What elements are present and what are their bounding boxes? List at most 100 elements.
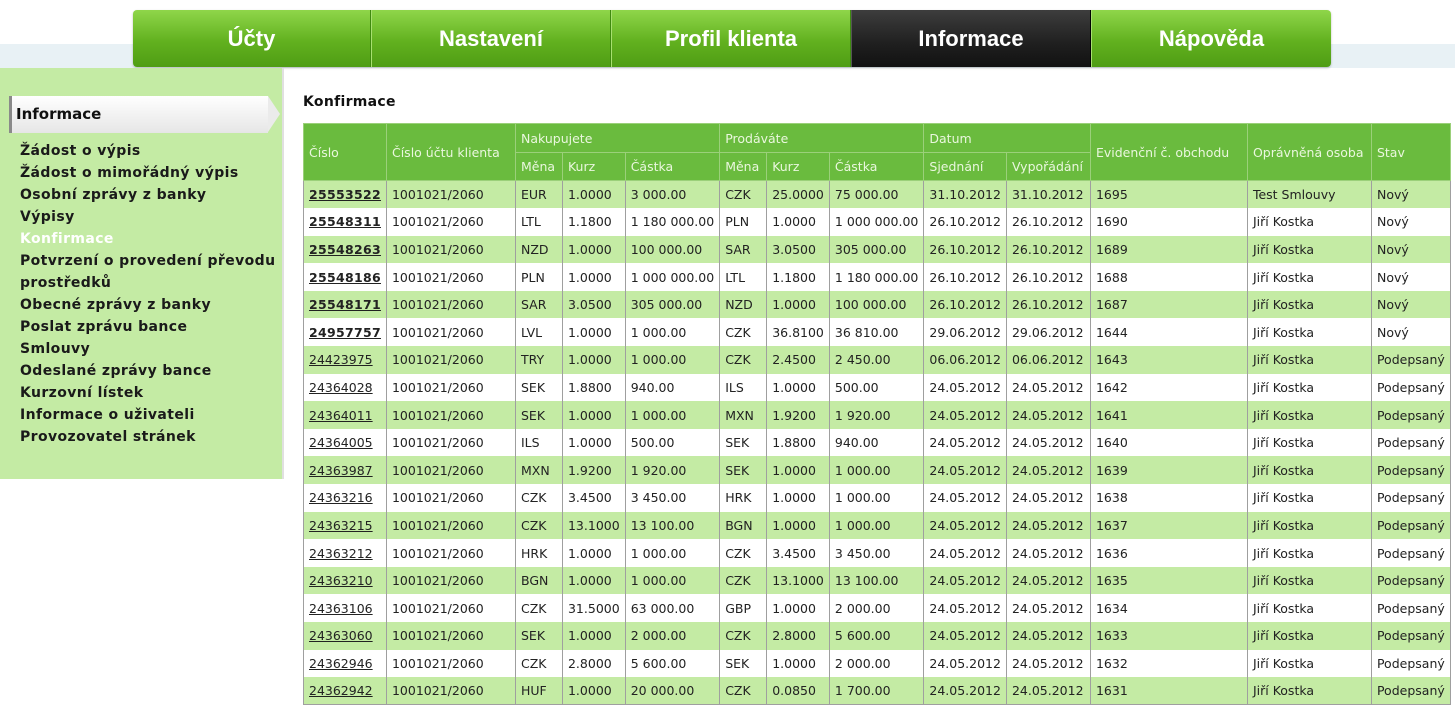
confirmation-link[interactable]: 25548186: [309, 270, 381, 285]
cell-cislo: 24363060: [303, 622, 387, 650]
table-row: 24364028 1001021/2060 SEK 1.8800 940.00 ILS 1.…: [303, 373, 1451, 402]
cell-evidencni: 1644: [1089, 318, 1248, 347]
cell-ucet: 1001021/2060: [385, 594, 516, 622]
table-row: 25548311 1001021/2060 LTL 1.1800 1 180 000.0…: [303, 208, 1451, 236]
cell-ucet: 1001021/2060: [385, 484, 516, 512]
sidebar-item[interactable]: Osobní zprávy z banky: [20, 184, 280, 206]
sidebar-item[interactable]: Žádost o mimořádný výpis: [20, 162, 280, 184]
cell-stav: Podepsaný: [1370, 677, 1451, 706]
cell-cislo: 25553522: [303, 180, 387, 209]
cell-sell-castka: 3 450.00: [828, 539, 925, 567]
cell-buy-kurz: 1.0000: [561, 677, 626, 706]
confirmation-link[interactable]: 24363216: [309, 490, 373, 505]
cell-sell-castka: 36 810.00: [828, 318, 925, 347]
col-header-sell-kurz: Kurz: [766, 152, 830, 181]
confirmation-link[interactable]: 24957757: [309, 325, 381, 340]
nav-tab-nastaveni[interactable]: Nastavení: [371, 10, 611, 67]
cell-sell-castka: 2 450.00: [828, 346, 925, 374]
cell-buy-kurz: 3.4500: [561, 484, 626, 512]
nav-tab-informace[interactable]: Informace: [851, 10, 1091, 67]
cell-sjednani: 24.05.2012: [923, 511, 1007, 540]
confirmation-link[interactable]: 24363106: [309, 601, 373, 616]
cell-buy-mena: PLN: [514, 263, 563, 291]
cell-buy-mena: CZK: [514, 649, 563, 678]
col-header-buy-kurz: Kurz: [561, 152, 626, 181]
confirmation-link[interactable]: 24364028: [309, 380, 373, 395]
confirmation-link[interactable]: 24363215: [309, 518, 373, 533]
cell-buy-castka: 1 000.00: [624, 566, 721, 595]
table-row: 24363106 1001021/2060 CZK 31.5000 63 000.00 G…: [303, 594, 1451, 622]
cell-sjednani: 24.05.2012: [923, 594, 1007, 622]
cell-sell-kurz: 0.0850: [766, 677, 830, 706]
cell-buy-kurz: 1.9200: [561, 456, 626, 485]
cell-sjednani: 06.06.2012: [923, 346, 1007, 374]
cell-sell-mena: CZK: [719, 346, 768, 374]
sidebar-item[interactable]: Potvrzení o provedení převodu prostředků: [20, 250, 280, 294]
cell-sell-castka: 100 000.00: [828, 290, 925, 319]
sidebar-item[interactable]: Smlouvy: [20, 338, 280, 360]
sidebar-item[interactable]: Poslat zprávu bance: [20, 316, 280, 338]
cell-vyporadani: 24.05.2012: [1005, 539, 1091, 567]
cell-evidencni: 1633: [1089, 622, 1248, 650]
nav-tab-ucty[interactable]: Účty: [133, 10, 371, 67]
table-row: 25548171 1001021/2060 SAR 3.0500 305 000.00 N…: [303, 290, 1451, 319]
cell-evidencni: 1634: [1089, 594, 1248, 622]
cell-evidencni: 1641: [1089, 401, 1248, 429]
cell-sell-kurz: 1.0000: [766, 290, 830, 319]
sidebar-item[interactable]: Výpisy: [20, 206, 280, 228]
cell-sjednani: 29.06.2012: [923, 318, 1007, 347]
table-row: 24362942 1001021/2060 HUF 1.0000 20 000.00 CZ…: [303, 677, 1451, 706]
cell-osoba: Jiří Kostka: [1246, 346, 1372, 374]
sidebar-item[interactable]: Odeslané zprávy bance: [20, 360, 280, 382]
cell-osoba: Jiří Kostka: [1246, 594, 1372, 622]
confirmation-link[interactable]: 25548311: [309, 214, 381, 229]
cell-stav: Podepsaný: [1370, 373, 1451, 402]
sidebar-item[interactable]: Provozovatel stránek: [20, 426, 280, 448]
cell-buy-mena: CZK: [514, 484, 563, 512]
cell-sjednani: 24.05.2012: [923, 428, 1007, 457]
cell-vyporadani: 24.05.2012: [1005, 428, 1091, 457]
confirmation-link[interactable]: 24423975: [309, 352, 373, 367]
cell-buy-mena: MXN: [514, 456, 563, 485]
confirmation-link[interactable]: 25548263: [309, 242, 381, 257]
sidebar-item[interactable]: Obecné zprávy z banky: [20, 294, 280, 316]
confirmations-table: Číslo Číslo účtu klienta Nakupujete Prod…: [303, 123, 1451, 706]
confirmation-link[interactable]: 24363987: [309, 463, 373, 478]
confirmation-link[interactable]: 24363212: [309, 546, 373, 561]
cell-osoba: Test Smlouvy: [1246, 180, 1372, 209]
col-header-sell-castka: Částka: [828, 152, 925, 181]
cell-stav: Podepsaný: [1370, 401, 1451, 429]
confirmation-link[interactable]: 24363210: [309, 573, 373, 588]
cell-buy-castka: 305 000.00: [624, 290, 721, 319]
confirmation-link[interactable]: 24364011: [309, 408, 373, 423]
cell-sell-mena: ILS: [719, 373, 768, 402]
cell-sell-kurz: 1.0000: [766, 649, 830, 678]
cell-sell-mena: SAR: [719, 235, 768, 264]
cell-buy-kurz: 31.5000: [561, 594, 626, 622]
sidebar-item[interactable]: Žádost o výpis: [20, 140, 280, 162]
sidebar-heading: Informace: [9, 96, 280, 133]
confirmation-link[interactable]: 24363060: [309, 628, 373, 643]
confirmation-link[interactable]: 24362946: [309, 656, 373, 671]
cell-sell-mena: CZK: [719, 566, 768, 595]
cell-buy-castka: 13 100.00: [624, 511, 721, 540]
confirmation-link[interactable]: 25548171: [309, 297, 381, 312]
nav-tab-napoveda[interactable]: Nápověda: [1091, 10, 1331, 67]
cell-osoba: Jiří Kostka: [1246, 677, 1372, 706]
cell-sell-mena: CZK: [719, 622, 768, 650]
sidebar-item[interactable]: Informace o uživateli: [20, 404, 280, 426]
sidebar-item[interactable]: Konfirmace: [20, 228, 280, 250]
cell-vyporadani: 24.05.2012: [1005, 566, 1091, 595]
confirmation-link[interactable]: 24364005: [309, 435, 373, 450]
cell-vyporadani: 26.10.2012: [1005, 235, 1091, 264]
cell-osoba: Jiří Kostka: [1246, 566, 1372, 595]
confirmation-link[interactable]: 25553522: [309, 187, 381, 202]
sidebar: Informace Žádost o výpis Žádost o mimořád…: [0, 68, 284, 479]
cell-sjednani: 24.05.2012: [923, 456, 1007, 485]
cell-evidencni: 1631: [1089, 677, 1248, 706]
cell-vyporadani: 31.10.2012: [1005, 180, 1091, 209]
cell-ucet: 1001021/2060: [385, 318, 516, 347]
sidebar-item[interactable]: Kurzovní lístek: [20, 382, 280, 404]
nav-tab-profil-klienta[interactable]: Profil klienta: [611, 10, 851, 67]
confirmation-link[interactable]: 24362942: [309, 683, 373, 698]
